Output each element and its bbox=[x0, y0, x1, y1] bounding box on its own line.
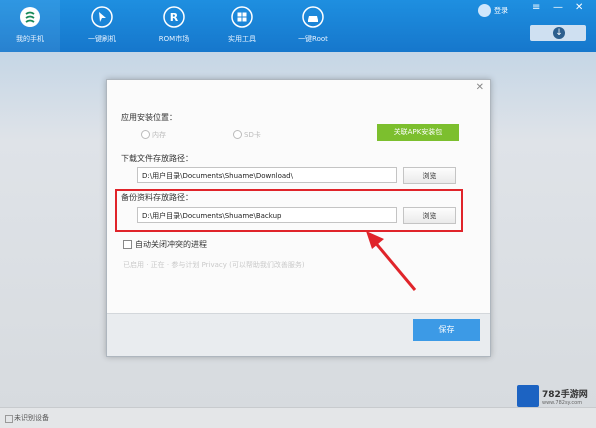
annotation-arrow-icon bbox=[366, 231, 417, 291]
auto-close-checkbox[interactable] bbox=[123, 240, 132, 249]
nav-one-click-root[interactable]: 一键Root bbox=[283, 6, 343, 44]
cursor-icon bbox=[91, 6, 113, 28]
device-status-text: 未识别设备 bbox=[14, 414, 49, 422]
download-manager-button[interactable]: ↓ bbox=[530, 25, 586, 41]
car-icon bbox=[302, 6, 324, 28]
backup-path-field[interactable]: D:\用户目录\Documents\Shuame\Backup bbox=[137, 207, 397, 223]
avatar-icon bbox=[478, 4, 491, 17]
grid-icon bbox=[231, 6, 253, 28]
watermark: 782手游网 www.782sy.com bbox=[517, 381, 589, 415]
download-path-label: 下载文件存放路径： bbox=[121, 154, 193, 163]
radio-sdcard[interactable] bbox=[233, 130, 242, 139]
settings-dialog: ✕ 应用安装位置： 内存 SD卡 关联APK安装包 下载文件存放路径： D:\用… bbox=[106, 79, 491, 357]
auto-close-label: 自动关闭冲突的进程 bbox=[135, 240, 207, 249]
privacy-option-text: 已启用 · 正在 · 参与计划 Privacy (可以帮助我们改善服务) bbox=[123, 261, 305, 269]
nav-utilities-label: 实用工具 bbox=[228, 35, 256, 43]
associate-apk-button[interactable]: 关联APK安装包 bbox=[377, 124, 459, 141]
svg-text:R: R bbox=[170, 11, 179, 24]
watermark-url: www.782sy.com bbox=[542, 400, 583, 406]
download-icon: ↓ bbox=[553, 27, 565, 39]
nav-one-click-flash-label: 一键刷机 bbox=[88, 35, 116, 43]
s-logo-icon bbox=[20, 7, 40, 27]
browse-backup-button[interactable]: 浏览 bbox=[403, 207, 456, 224]
nav-my-phone[interactable]: 我的手机 bbox=[0, 0, 60, 52]
watermark-brand: 782手游网 bbox=[542, 390, 588, 400]
menu-icon[interactable]: ≡ bbox=[532, 2, 540, 13]
nav-utilities[interactable]: 实用工具 bbox=[212, 6, 272, 44]
nav-rom-market-label: ROM市场 bbox=[158, 35, 190, 43]
save-button[interactable]: 保存 bbox=[413, 319, 480, 341]
nav-one-click-root-label: 一键Root bbox=[298, 35, 328, 43]
top-toolbar: 我的手机 一键刷机 R ROM市场 实用工具 一键Root 登录 ≡ — ✕ ↓ bbox=[0, 0, 596, 52]
login-link[interactable]: 登录 bbox=[478, 4, 508, 17]
device-status-icon bbox=[5, 415, 13, 423]
login-label: 登录 bbox=[494, 6, 508, 15]
download-path-field[interactable]: D:\用户目录\Documents\Shuame\Download\ bbox=[137, 167, 397, 183]
radio-sdcard-label: SD卡 bbox=[244, 131, 261, 139]
nav-one-click-flash[interactable]: 一键刷机 bbox=[72, 6, 132, 44]
minimize-icon[interactable]: — bbox=[553, 2, 563, 13]
install-location-label: 应用安装位置： bbox=[121, 113, 177, 122]
radio-internal-label: 内存 bbox=[152, 131, 166, 139]
watermark-logo-icon bbox=[517, 385, 539, 407]
radio-internal[interactable] bbox=[141, 130, 150, 139]
nav-rom-market[interactable]: R ROM市场 bbox=[144, 6, 204, 44]
nav-my-phone-label: 我的手机 bbox=[16, 35, 44, 43]
status-bar: 未识别设备 bbox=[0, 407, 596, 428]
close-icon[interactable]: ✕ bbox=[575, 2, 583, 13]
r-icon: R bbox=[163, 6, 185, 28]
browse-download-button[interactable]: 浏览 bbox=[403, 167, 456, 184]
backup-path-label: 备份资料存放路径： bbox=[121, 193, 193, 202]
dialog-close-icon[interactable]: ✕ bbox=[476, 82, 484, 93]
